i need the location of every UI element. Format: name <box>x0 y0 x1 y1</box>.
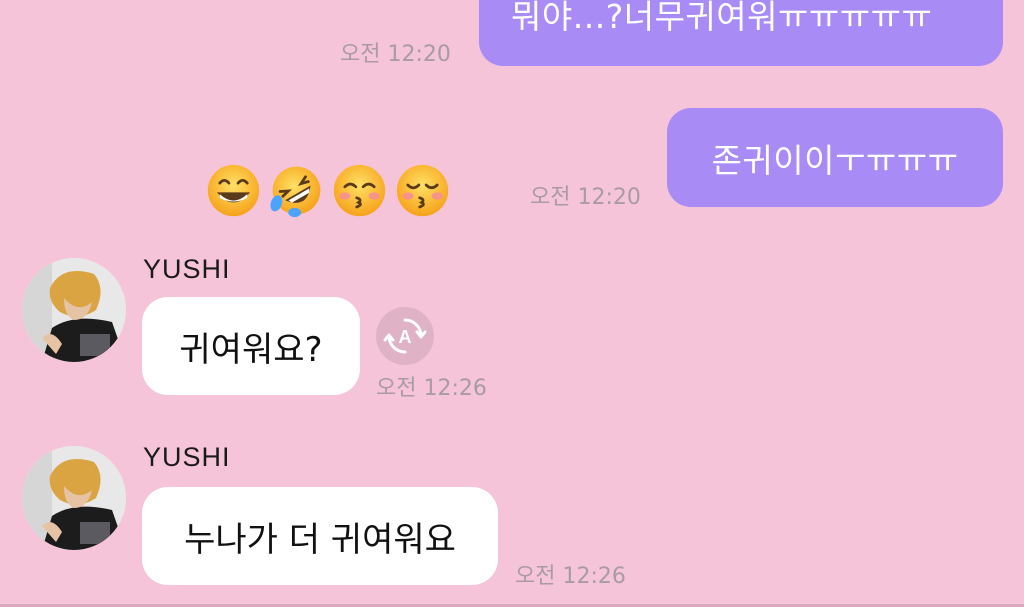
message-timestamp: 오전 12:26 <box>376 376 487 401</box>
outgoing-message[interactable]: 뭐야...?너무귀여워ㅠㅠㅠㅠㅠ <box>479 0 1003 66</box>
kissing-face-closed-eyes-icon <box>396 164 449 217</box>
rolling-on-floor-laughing-icon <box>270 166 321 218</box>
avatar[interactable] <box>22 258 126 362</box>
message-text: 존귀이이ㅜㅠㅠㅠ <box>711 140 959 180</box>
message-timestamp: 오전 12:26 <box>515 564 626 589</box>
message-timestamp: 오전 12:20 <box>530 185 641 210</box>
sender-name: YUSHI <box>143 254 231 284</box>
outgoing-message[interactable]: 존귀이이ㅜㅠㅠㅠ <box>667 108 1003 207</box>
translate-button[interactable]: A <box>376 307 434 365</box>
message-text: 누나가 더 귀여워요 <box>184 519 456 560</box>
message-text: 귀여워요? <box>179 329 323 370</box>
avatar[interactable] <box>22 446 126 550</box>
profile-photo-icon <box>22 258 126 362</box>
kissing-face-smiling-eyes-icon <box>333 164 386 217</box>
sender-name: YUSHI <box>143 442 231 472</box>
message-timestamp: 오전 12:20 <box>340 42 451 67</box>
message-text: 뭐야...?너무귀여워ㅠㅠㅠㅠㅠ <box>511 0 933 36</box>
incoming-message[interactable]: 귀여워요? <box>142 297 360 395</box>
incoming-message[interactable]: 누나가 더 귀여워요 <box>142 487 498 585</box>
grinning-face-icon <box>207 164 260 217</box>
translate-icon: A <box>383 318 427 354</box>
profile-photo-icon <box>22 446 126 550</box>
chat-view: 뭐야...?너무귀여워ㅠㅠㅠㅠㅠ 오전 12:20 존귀이이ㅜㅠㅠㅠ 오전 12… <box>0 0 1024 607</box>
svg-text:A: A <box>399 327 412 347</box>
emoji-message[interactable] <box>206 163 450 218</box>
